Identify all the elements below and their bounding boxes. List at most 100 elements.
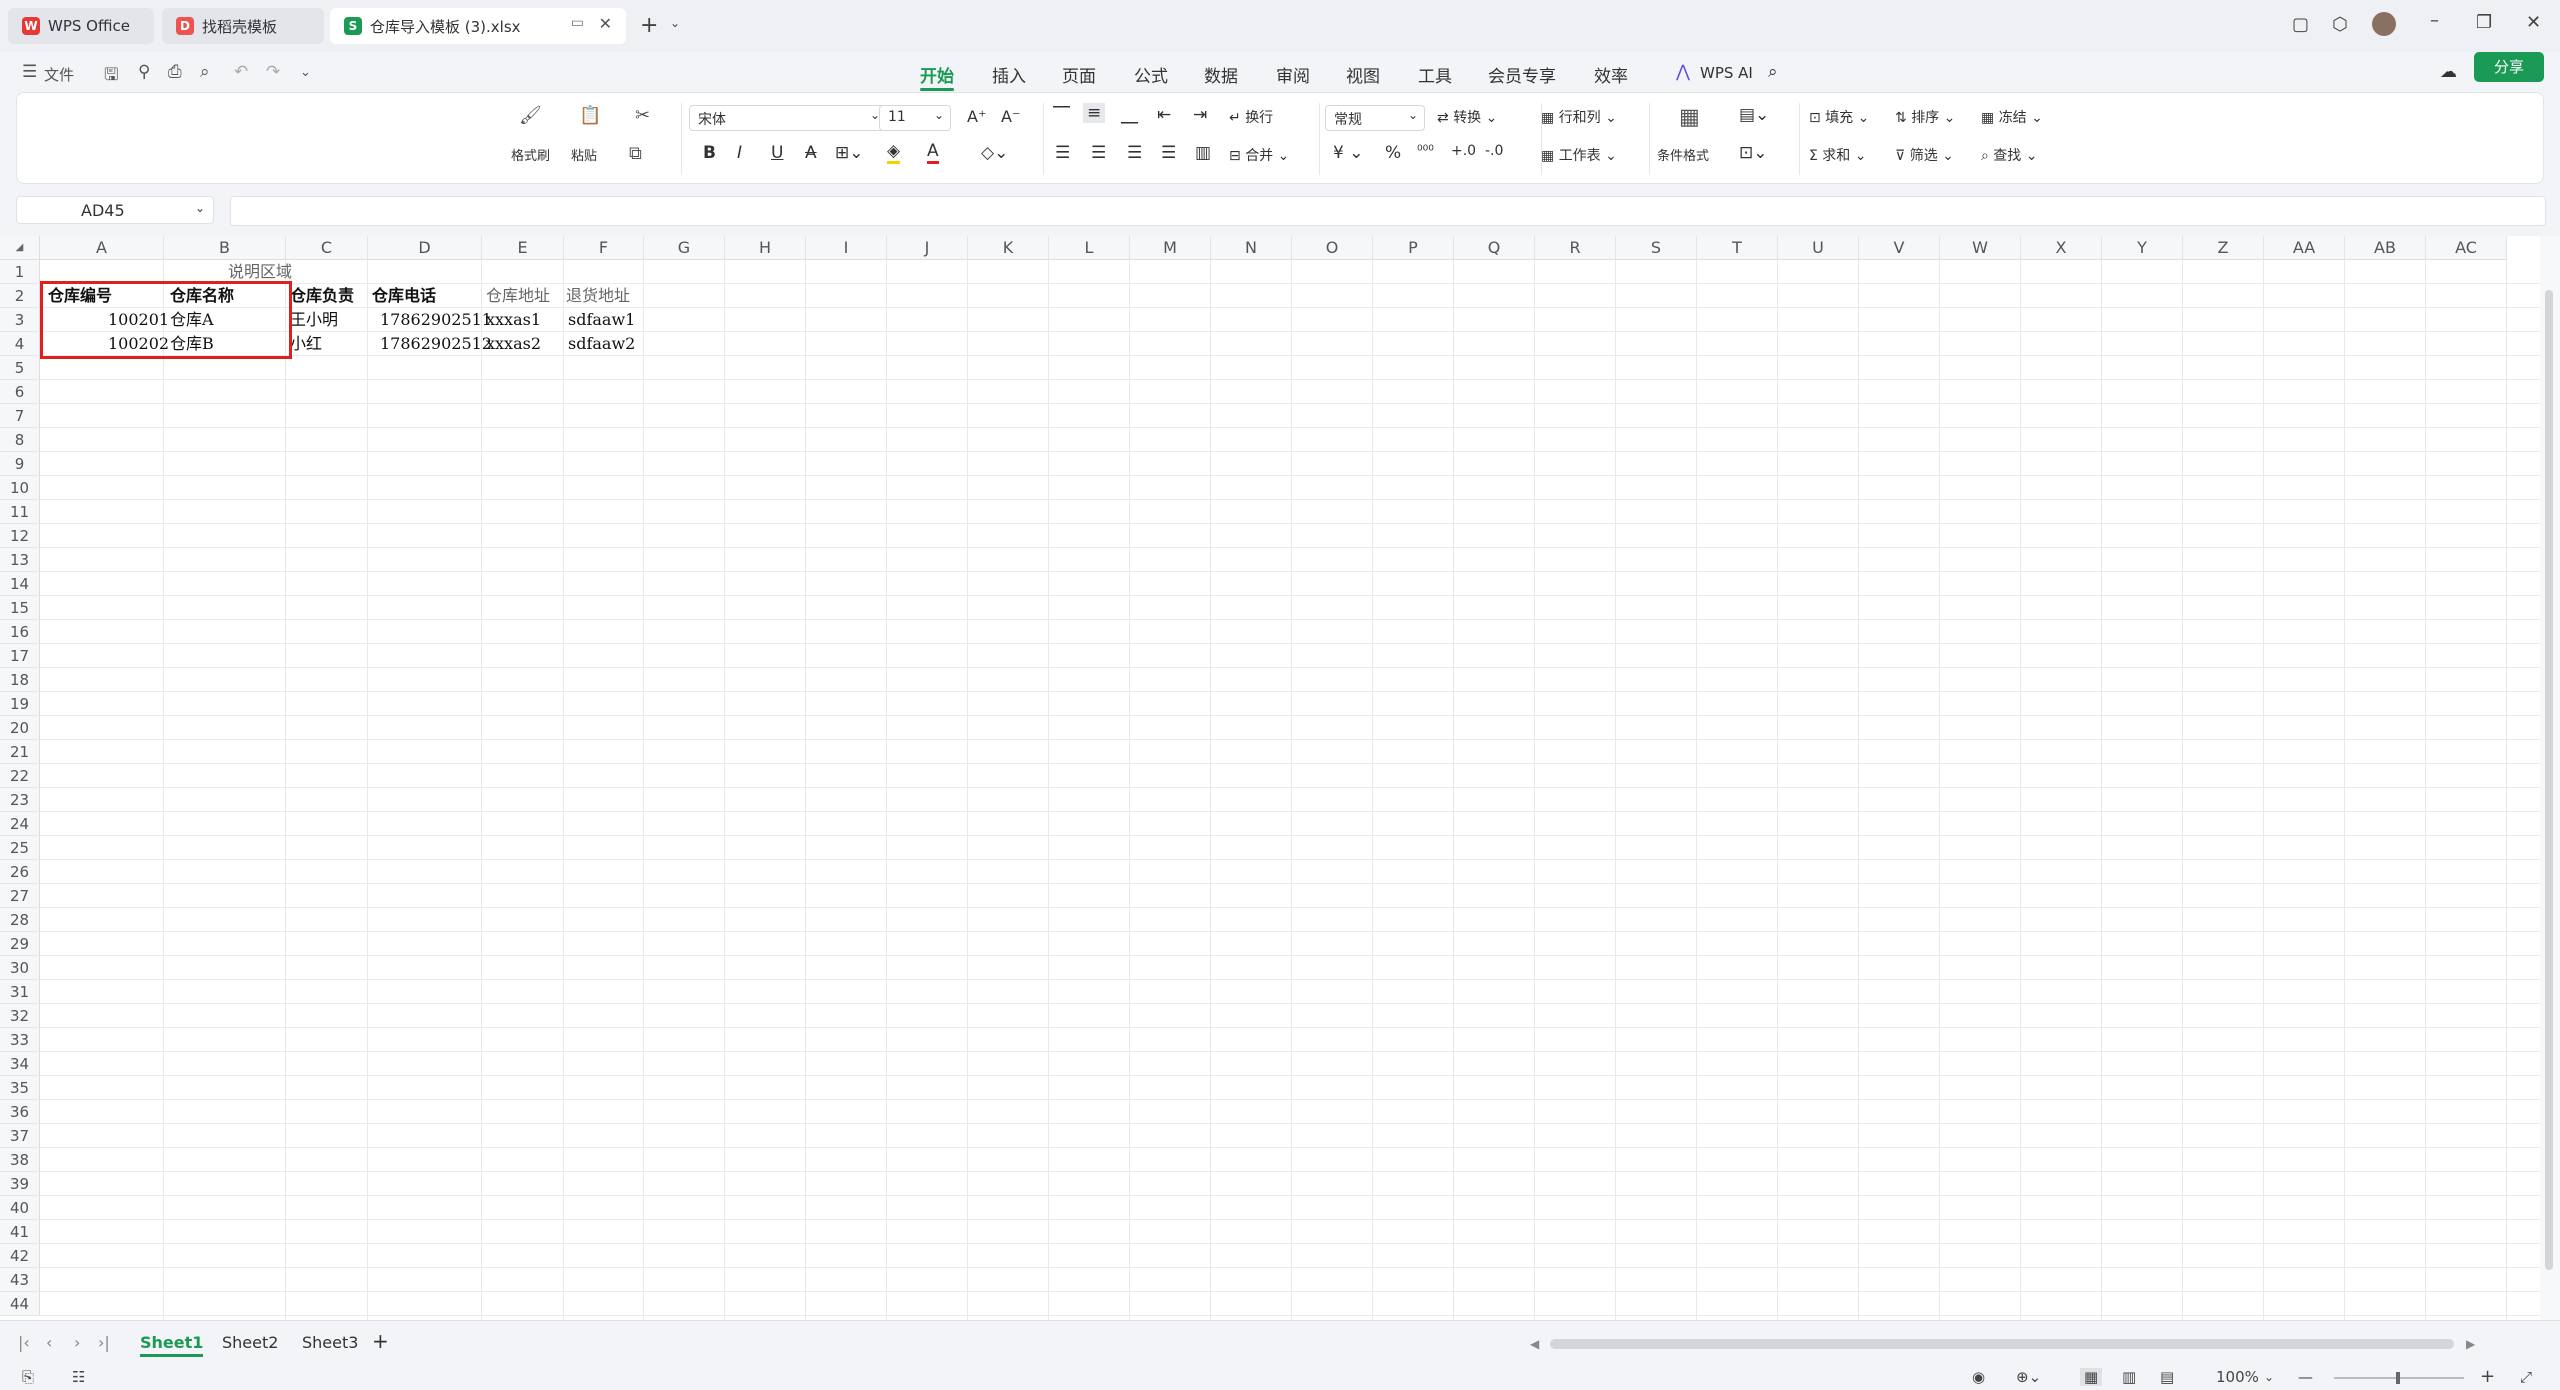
merge-button[interactable]: ⊟ 合并 ⌄ (1229, 145, 1289, 165)
increase-font-icon[interactable]: A⁺ (967, 107, 986, 126)
font-size-select[interactable]: 11 ⌄ (879, 105, 951, 131)
bold-icon[interactable]: B (703, 143, 716, 163)
paste-icon[interactable]: 📋 (579, 105, 601, 126)
name-box[interactable]: AD45 ⌄ (16, 196, 214, 224)
first-sheet-icon[interactable]: |‹ (18, 1333, 30, 1352)
currency-icon[interactable]: ¥ ⌄ (1333, 143, 1363, 163)
scroll-left-icon[interactable]: ◀ (1530, 1337, 1539, 1351)
window-layout-icon[interactable]: ▢ (2292, 14, 2309, 35)
decrease-font-icon[interactable]: A⁻ (1001, 107, 1020, 126)
tab-wps-office[interactable]: W WPS Office (8, 8, 154, 44)
table-style-icon[interactable]: ⊡⌄ (1739, 143, 1768, 163)
format-painter-icon[interactable]: 🖌 (519, 105, 542, 126)
vertical-scroll-thumb[interactable] (2545, 290, 2553, 1270)
spreadsheet-grid[interactable]: ◢ A B C D E F G H I J K L M N O P Q R S T U V W X Y Z AA AB AC 12345… (0, 236, 2540, 1320)
row-header-35[interactable]: 35 (0, 1076, 40, 1100)
sort-button[interactable]: ⇅ 排序 ⌄ (1895, 107, 1955, 127)
row-header-17[interactable]: 17 (0, 644, 40, 668)
decrease-decimal-icon[interactable]: -.0 (1485, 143, 1503, 159)
row-header-6[interactable]: 6 (0, 380, 40, 404)
row-header-32[interactable]: 32 (0, 1004, 40, 1028)
zoom-slider-thumb[interactable] (2396, 1372, 2400, 1384)
column-header-R[interactable]: R (1535, 236, 1616, 260)
menu-formula[interactable]: 公式 (1134, 62, 1168, 87)
thousands-icon[interactable]: ⁰⁰⁰ (1417, 143, 1434, 159)
sheet-tab-sheet2[interactable]: Sheet2 (222, 1333, 278, 1352)
column-header-P[interactable]: P (1373, 236, 1454, 260)
column-header-AC[interactable]: AC (2426, 236, 2507, 260)
tab-current-file[interactable]: S 仓库导入模板 (3).xlsx ▭ ✕ (330, 8, 626, 44)
cell-E2[interactable]: 仓库地址 (486, 284, 550, 308)
column-header-Q[interactable]: Q (1454, 236, 1535, 260)
distributed-icon[interactable]: ▥ (1195, 143, 1211, 163)
column-header-AB[interactable]: AB (2345, 236, 2426, 260)
row-header-15[interactable]: 15 (0, 596, 40, 620)
row-header-31[interactable]: 31 (0, 980, 40, 1004)
row-header-14[interactable]: 14 (0, 572, 40, 596)
row-header-40[interactable]: 40 (0, 1196, 40, 1220)
avatar[interactable] (2372, 12, 2396, 36)
conditional-format-label[interactable]: 条件格式 (1657, 145, 1709, 164)
cell-E3[interactable]: xxxas1 (486, 308, 541, 332)
row-header-38[interactable]: 38 (0, 1148, 40, 1172)
row-header-25[interactable]: 25 (0, 836, 40, 860)
row-header-19[interactable]: 19 (0, 692, 40, 716)
indent-decrease-icon[interactable]: ⇤ (1157, 105, 1171, 125)
row-header-11[interactable]: 11 (0, 500, 40, 524)
row-header-20[interactable]: 20 (0, 716, 40, 740)
column-header-E[interactable]: E (482, 236, 564, 260)
row-header-30[interactable]: 30 (0, 956, 40, 980)
formula-input[interactable] (230, 196, 2546, 226)
redo-icon[interactable]: ↷ (266, 62, 280, 82)
sheet-list-icon[interactable]: ☷ (72, 1368, 85, 1386)
column-header-U[interactable]: U (1778, 236, 1859, 260)
row-header-34[interactable]: 34 (0, 1052, 40, 1076)
file-menu[interactable]: 文件 (44, 64, 74, 85)
indent-increase-icon[interactable]: ⇥ (1193, 105, 1207, 125)
border-icon[interactable]: ⊞⌄ (835, 143, 864, 163)
cell-C2[interactable]: 仓库负责 (290, 284, 354, 308)
menu-data[interactable]: 数据 (1204, 62, 1238, 87)
number-format-select[interactable]: 常规 ⌄ (1325, 105, 1425, 131)
undo-icon[interactable]: ↶ (234, 62, 248, 82)
wrap-button[interactable]: ↵ 换行 (1229, 107, 1273, 127)
share-button[interactable]: 分享 (2474, 52, 2544, 82)
column-header-D[interactable]: D (368, 236, 482, 260)
row-header-43[interactable]: 43 (0, 1268, 40, 1292)
hamburger-icon[interactable]: ☰ (22, 62, 37, 82)
row-header-28[interactable]: 28 (0, 908, 40, 932)
justify-icon[interactable]: ☰ (1161, 143, 1176, 163)
row-header-21[interactable]: 21 (0, 740, 40, 764)
row-header-33[interactable]: 33 (0, 1028, 40, 1052)
column-header-T[interactable]: T (1697, 236, 1778, 260)
prev-sheet-icon[interactable]: ‹ (46, 1333, 52, 1352)
close-tab-icon[interactable]: ✕ (599, 14, 612, 33)
row-header-29[interactable]: 29 (0, 932, 40, 956)
last-sheet-icon[interactable]: ›| (98, 1333, 110, 1352)
cell-D3[interactable]: 17862902511 (380, 308, 492, 332)
row-header-8[interactable]: 8 (0, 428, 40, 452)
menu-page[interactable]: 页面 (1062, 62, 1096, 87)
column-header-AA[interactable]: AA (2264, 236, 2345, 260)
cell-C4[interactable]: 小红 (290, 332, 322, 356)
menu-view[interactable]: 视图 (1346, 62, 1380, 87)
italic-icon[interactable]: I (737, 143, 742, 163)
copy-icon[interactable]: ⧉ (629, 143, 642, 164)
menu-insert[interactable]: 插入 (992, 62, 1026, 87)
fullscreen-icon[interactable]: ⤢ (2520, 1368, 2532, 1386)
quick-access-chevron-icon[interactable]: ⌄ (300, 65, 311, 80)
column-header-S[interactable]: S (1616, 236, 1697, 260)
column-header-V[interactable]: V (1859, 236, 1940, 260)
zoom-out-icon[interactable]: — (2298, 1368, 2313, 1386)
conditional-format-icon[interactable]: ▦ (1679, 105, 1700, 130)
filter-button[interactable]: ⊽ 筛选 ⌄ (1895, 145, 1954, 165)
menu-review[interactable]: 审阅 (1276, 62, 1310, 87)
align-bottom-icon[interactable]: ⎽ (1121, 105, 1138, 125)
row-header-42[interactable]: 42 (0, 1244, 40, 1268)
column-header-I[interactable]: I (806, 236, 887, 260)
fill-color-icon[interactable]: ◈ (887, 141, 901, 164)
tab-docer-templates[interactable]: D 找稻壳模板 (162, 8, 324, 44)
cube-icon[interactable]: ⬡ (2332, 14, 2348, 35)
row-header-7[interactable]: 7 (0, 404, 40, 428)
column-header-L[interactable]: L (1049, 236, 1130, 260)
